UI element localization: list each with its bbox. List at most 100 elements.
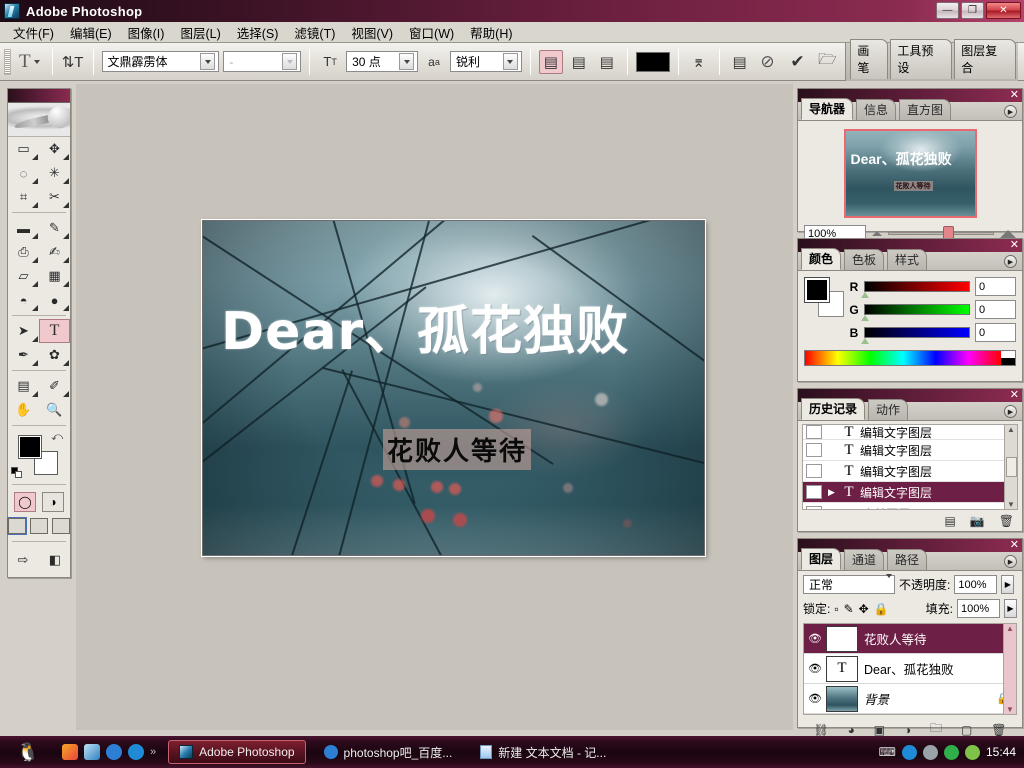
foreground-color-swatch[interactable] (18, 435, 42, 459)
panel-menu-icon[interactable]: ▶ (1004, 255, 1017, 268)
tab-paths[interactable]: 路径 (887, 549, 927, 570)
layer-visibility-icon[interactable]: 👁 (804, 662, 826, 675)
adjustment-layer-icon[interactable]: ◑ (904, 723, 911, 737)
delete-state-icon[interactable]: 🗑 (999, 514, 1014, 528)
scroll-up-icon[interactable]: ▲ (1007, 425, 1015, 434)
character-palette-icon[interactable]: ▤ (728, 50, 752, 74)
quicklaunch-maxthon-icon[interactable] (106, 744, 122, 760)
restore-button[interactable]: ❐ (961, 2, 984, 19)
align-center-icon[interactable]: ▤ (567, 50, 591, 74)
zoom-tool[interactable]: 🔍 (39, 398, 70, 422)
document-canvas[interactable]: Dear、孤花独败 花败人等待 (202, 220, 705, 556)
history-item[interactable]: T 编辑文字图层 (803, 440, 1017, 461)
link-layers-icon[interactable]: ⛓ (813, 723, 828, 737)
navigator-thumbnail[interactable]: Dear、孤花独败 花败人等待 (844, 129, 977, 218)
notes-tool[interactable]: ▤ (8, 374, 39, 398)
antivirus-tray-icon[interactable] (944, 745, 959, 760)
anti-alias-select[interactable]: 锐利 (450, 51, 522, 72)
full-screen-with-menu-icon[interactable] (30, 518, 48, 534)
tab-info[interactable]: 信息 (856, 99, 896, 120)
history-list[interactable]: T 编辑文字图层 T 编辑文字图层 T 编辑文字图层 ▶ T 编辑文字图层 (802, 424, 1018, 510)
cancel-icon[interactable]: ⊘ (756, 50, 780, 74)
history-snapshot-checkbox[interactable] (806, 506, 822, 510)
menu-edit[interactable]: 编辑(E) (62, 21, 120, 44)
swap-colors-icon[interactable]: ⤺ (51, 431, 63, 444)
blur-tool[interactable]: ◓ (8, 288, 39, 312)
brush-tool[interactable]: ✎ (39, 216, 70, 240)
delete-layer-icon[interactable]: 🗑 (991, 723, 1006, 737)
options-bar-grip[interactable] (4, 49, 11, 75)
history-snapshot-checkbox[interactable] (806, 425, 822, 439)
start-orb-icon[interactable]: 🐧 (0, 737, 56, 767)
align-left-icon[interactable]: ▤ (539, 50, 563, 74)
color-spectrum-bar[interactable] (804, 350, 1016, 366)
marquee-tool[interactable]: ▭ (8, 137, 39, 161)
font-style-select[interactable]: - (223, 51, 301, 72)
eyedropper-tool[interactable]: ✐ (39, 374, 70, 398)
text-layer-thumbnail[interactable]: T (826, 656, 858, 682)
default-colors-icon[interactable] (11, 467, 23, 479)
palette-well-tab-tool-presets[interactable]: 工具预设 (890, 39, 952, 79)
canvas-headline-text[interactable]: Dear、孤花独败 (221, 289, 629, 364)
custom-shape-tool[interactable]: ✿ (39, 343, 70, 367)
palette-well-tab-layer-comps[interactable]: 图层复合 (954, 39, 1016, 79)
kingsoft-tray-icon[interactable] (902, 745, 917, 760)
history-item[interactable]: T 编辑文字图层 (803, 461, 1017, 482)
task-button-photoshop[interactable]: Adobe Photoshop (168, 740, 305, 764)
channel-value-r[interactable]: 0 (975, 277, 1016, 296)
menu-image[interactable]: 图像(I) (120, 21, 173, 44)
tab-actions[interactable]: 动作 (868, 399, 908, 420)
layer-visibility-icon[interactable]: 👁 (804, 692, 826, 705)
panel-menu-icon[interactable]: ▶ (1004, 405, 1017, 418)
lock-all-icon[interactable]: 🔒 (874, 602, 889, 616)
tab-layers[interactable]: 图层 (801, 548, 841, 570)
tab-styles[interactable]: 样式 (887, 249, 927, 270)
text-color-swatch[interactable] (636, 52, 670, 72)
type-tool[interactable]: T (39, 319, 70, 343)
history-item-active[interactable]: ▶ T 编辑文字图层 (803, 482, 1017, 503)
opacity-slider-button[interactable]: ▶ (1001, 575, 1014, 594)
close-icon[interactable]: ✕ (1010, 239, 1019, 251)
lock-position-icon[interactable]: ✥ (859, 602, 869, 616)
zoom-in-icon[interactable] (1000, 230, 1016, 238)
font-size-select[interactable]: 30 点 (346, 51, 418, 72)
scrollbar-thumb[interactable] (1006, 457, 1017, 477)
layer-row[interactable]: 👁 T Dear、孤花独败 (804, 654, 1016, 684)
crop-tool[interactable]: ⌗ (8, 185, 39, 209)
lock-image-icon[interactable]: ✎ (844, 602, 854, 616)
background-layer-thumbnail[interactable] (826, 686, 858, 712)
zoom-out-icon[interactable] (872, 231, 882, 236)
minimize-button[interactable]: — (936, 2, 959, 19)
layer-list[interactable]: 👁 T 花败人等待 👁 T Dear、孤花独败 👁 背景 🔒 ▲ ▼ (803, 623, 1017, 715)
foreground-color-swatch[interactable] (804, 277, 830, 303)
move-tool[interactable]: ✥ (39, 137, 70, 161)
history-snapshot-checkbox[interactable] (806, 464, 822, 478)
channel-slider-g[interactable] (864, 304, 970, 315)
channel-value-b[interactable]: 0 (975, 323, 1016, 342)
panel-menu-icon[interactable]: ▶ (1004, 555, 1017, 568)
quicklaunch-browser-icon[interactable] (84, 744, 100, 760)
tool-preset-picker[interactable]: T (15, 49, 44, 75)
eraser-tool[interactable]: ▱ (8, 264, 39, 288)
tab-history[interactable]: 历史记录 (801, 398, 865, 420)
shield-tray-icon[interactable] (965, 745, 980, 760)
commit-icon[interactable]: ✔ (785, 50, 809, 74)
healing-brush-tool[interactable]: ▬ (8, 216, 39, 240)
jump-to-imageready-icon[interactable]: ⇨ (10, 548, 36, 572)
menu-filter[interactable]: 滤镜(T) (286, 21, 343, 44)
layer-row[interactable]: 👁 背景 🔒 (804, 684, 1016, 714)
close-button[interactable]: ✕ (986, 2, 1021, 19)
new-layer-icon[interactable]: ▢ (961, 723, 972, 737)
layer-style-icon[interactable]: ◕ (848, 723, 855, 737)
layer-visibility-icon[interactable]: 👁 (804, 632, 826, 645)
lasso-tool[interactable]: ◌ (8, 161, 39, 185)
opacity-input[interactable]: 100% (954, 575, 997, 594)
file-browser-icon[interactable]: 🗁 (815, 50, 839, 74)
canvas-subtitle-text[interactable]: 花败人等待 (383, 429, 531, 470)
keyboard-tray-icon[interactable]: ⌨ (879, 745, 896, 759)
quicklaunch-kingsoft-icon[interactable] (128, 744, 144, 760)
path-selection-tool[interactable]: ➤ (8, 319, 39, 343)
scroll-down-icon[interactable]: ▼ (1007, 500, 1015, 509)
menu-view[interactable]: 视图(V) (343, 21, 401, 44)
menu-window[interactable]: 窗口(W) (401, 21, 462, 44)
